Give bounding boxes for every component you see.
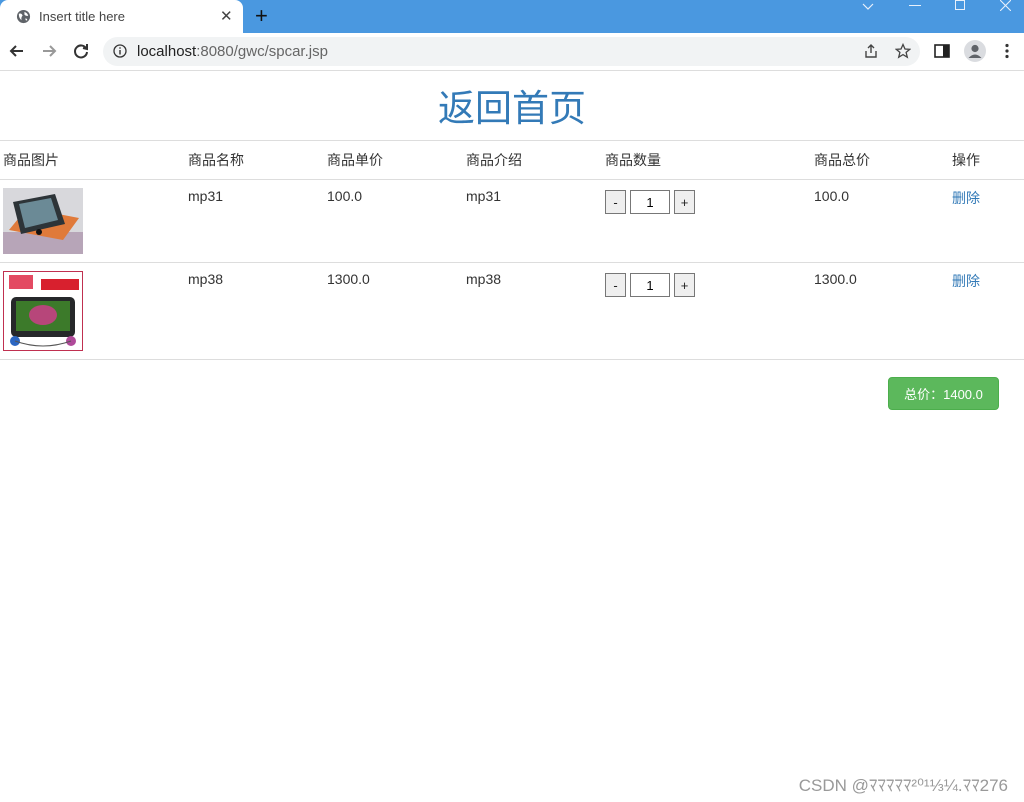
share-icon[interactable]: [863, 43, 879, 59]
browser-tab[interactable]: Insert title here ✕: [0, 0, 243, 33]
tab-title: Insert title here: [39, 9, 125, 24]
quantity-input[interactable]: [630, 273, 670, 297]
action-cell: 删除: [949, 179, 1024, 263]
product-image-mp31: [3, 188, 83, 254]
product-intro: mp38: [463, 262, 602, 360]
quantity-stepper: - +: [605, 190, 808, 214]
header-action: 操作: [949, 140, 1024, 180]
reload-icon[interactable]: [71, 41, 91, 61]
product-name: mp31: [185, 179, 324, 263]
close-window-icon[interactable]: [1000, 0, 1011, 11]
increase-quantity-button[interactable]: +: [674, 190, 695, 214]
header-quantity: 商品数量: [602, 140, 811, 180]
forward-icon[interactable]: [39, 41, 59, 61]
browser-tab-bar: Insert title here ✕ +: [0, 0, 1024, 33]
product-intro: mp31: [463, 179, 602, 263]
quantity-input[interactable]: [630, 190, 670, 214]
header-intro: 商品介绍: [463, 140, 602, 180]
action-cell: 删除: [949, 262, 1024, 360]
delete-link[interactable]: 删除: [952, 190, 980, 206]
menu-kebab-icon[interactable]: [998, 42, 1016, 60]
cart-table: 商品图片 商品名称 商品单价 商品介绍 商品数量 商品总价 操作 mp31 10…: [0, 140, 1024, 360]
maximize-icon[interactable]: [955, 0, 965, 10]
globe-icon: [16, 9, 31, 24]
product-total: 1300.0: [811, 262, 949, 360]
star-icon[interactable]: [895, 43, 911, 59]
decrease-quantity-button[interactable]: -: [605, 273, 626, 297]
minimize-icon[interactable]: [909, 5, 921, 7]
page-content: 返回首页 商品图片 商品名称 商品单价 商品介绍 商品数量 商品总价 操作 mp…: [0, 71, 1024, 802]
chevron-down-icon[interactable]: [862, 2, 874, 12]
product-price: 1300.0: [324, 262, 463, 360]
product-image-cell: [0, 262, 185, 360]
new-tab-button[interactable]: +: [255, 3, 268, 29]
table-row: mp31 100.0 mp31 - + 100.0 删除: [0, 179, 1024, 263]
product-price: 100.0: [324, 179, 463, 263]
info-icon[interactable]: [113, 44, 127, 58]
header-total: 商品总价: [811, 140, 949, 180]
table-header-row: 商品图片 商品名称 商品单价 商品介绍 商品数量 商品总价 操作: [0, 140, 1024, 180]
address-bar[interactable]: localhost:8080/gwc/spcar.jsp: [103, 37, 920, 66]
quantity-cell: - +: [602, 179, 811, 263]
quantity-cell: - +: [602, 262, 811, 360]
close-tab-icon[interactable]: ✕: [220, 7, 233, 25]
header-price: 商品单价: [324, 140, 463, 180]
delete-link[interactable]: 删除: [952, 273, 980, 289]
url-text[interactable]: localhost:8080/gwc/spcar.jsp: [137, 43, 328, 60]
side-panel-icon[interactable]: [933, 42, 951, 60]
csdn-watermark: CSDN @ﾏﾏﾏﾏﾏ²⁰¹⅓¼.ﾏﾏ276: [798, 776, 1008, 795]
product-name: mp38: [185, 262, 324, 360]
header-image: 商品图片: [0, 140, 185, 180]
increase-quantity-button[interactable]: +: [674, 273, 695, 297]
back-icon[interactable]: [7, 41, 27, 61]
header-name: 商品名称: [185, 140, 324, 180]
url-host: localhost: [137, 43, 197, 60]
product-image-mp38: [3, 271, 83, 351]
home-link[interactable]: 返回首页: [0, 87, 1024, 131]
table-row: mp38 1300.0 mp38 - + 1300.0 删除: [0, 262, 1024, 360]
product-image-cell: [0, 179, 185, 263]
browser-toolbar: localhost:8080/gwc/spcar.jsp: [0, 33, 1024, 71]
quantity-stepper: - +: [605, 273, 808, 297]
profile-avatar-icon[interactable]: [964, 40, 986, 62]
grand-total-button[interactable]: 总价：1400.0: [888, 377, 999, 410]
product-total: 100.0: [811, 179, 949, 263]
decrease-quantity-button[interactable]: -: [605, 190, 626, 214]
url-path: :8080/gwc/spcar.jsp: [196, 43, 328, 60]
